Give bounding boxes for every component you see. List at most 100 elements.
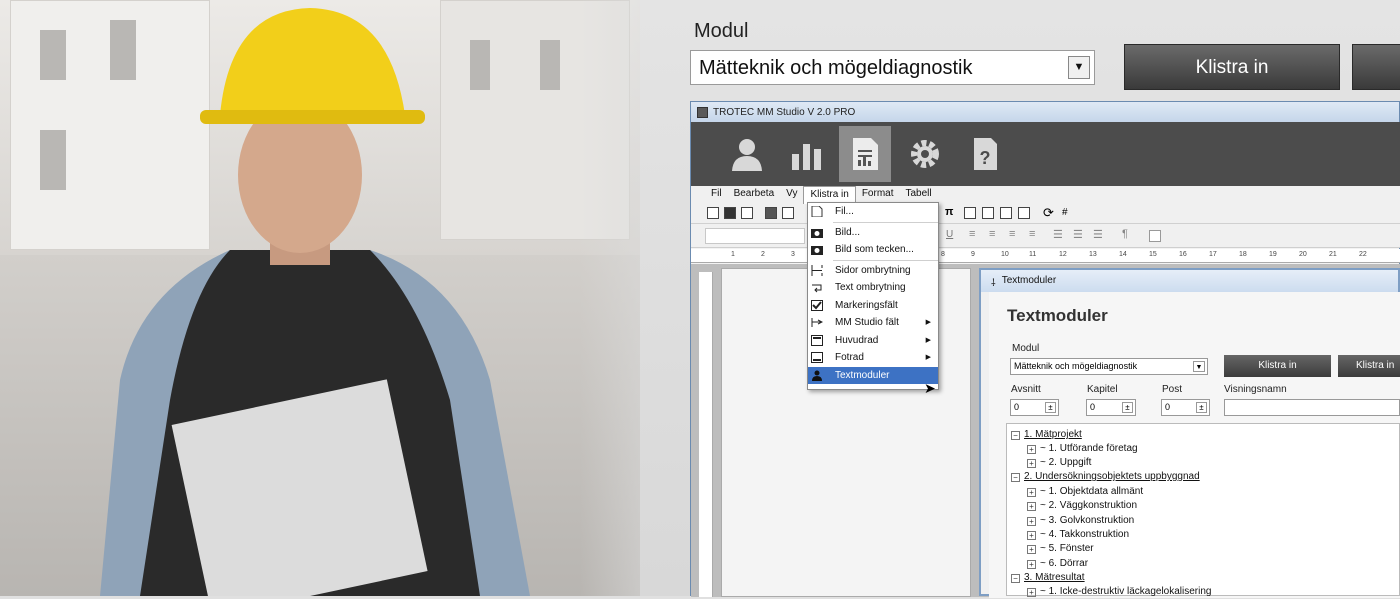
tree-node[interactable]: + ~ 1. Objektdata allmänt bbox=[1027, 485, 1143, 499]
print-icon[interactable] bbox=[765, 207, 777, 219]
ribbon-chart-button[interactable] bbox=[781, 126, 833, 182]
tree-node[interactable]: + ~ 6. Dörrar bbox=[1027, 557, 1088, 571]
visningsnamn-input[interactable] bbox=[1224, 399, 1400, 416]
modul-select[interactable]: Mätteknik och mögeldiagnostik ▼ bbox=[690, 50, 1095, 85]
header-icon bbox=[811, 334, 823, 346]
collapse-icon[interactable]: − bbox=[1011, 574, 1020, 583]
menu-item-mm-studio-falt[interactable]: MM Studio fält ▶ bbox=[808, 314, 938, 332]
collapse-icon[interactable]: − bbox=[1011, 431, 1020, 440]
menu-item-markeringsfalt[interactable]: Markeringsfält bbox=[808, 297, 938, 315]
kapitel-value: 0 bbox=[1090, 402, 1096, 412]
klistra-in-menu: Fil... Bild... Bild som tecken... Sidor … bbox=[807, 202, 939, 390]
numbered-list-icon[interactable]: ☰ bbox=[1053, 228, 1063, 241]
ribbon-help-button[interactable]: ? bbox=[959, 126, 1011, 182]
table-grid-icon[interactable] bbox=[1000, 207, 1012, 219]
menu-item-text-ombrytning[interactable]: Text ombrytning bbox=[808, 279, 938, 297]
ruler-number: 11 bbox=[1029, 251, 1037, 258]
text-module-tree[interactable]: −1. Mätprojekt + ~ 1. Utförande företag +… bbox=[1006, 423, 1400, 599]
menu-item-label: Bild... bbox=[835, 226, 861, 238]
submenu-arrow-icon: ▶ bbox=[925, 354, 931, 361]
table-edit-icon[interactable] bbox=[1018, 207, 1030, 219]
paragraph-icon[interactable]: ¶ bbox=[1122, 228, 1128, 240]
paste-button[interactable]: Klistra in bbox=[1124, 44, 1340, 90]
align-right-icon[interactable]: ≡ bbox=[1009, 228, 1015, 240]
menu-item-label: Textmoduler bbox=[835, 369, 890, 381]
align-center-icon[interactable]: ≡ bbox=[989, 228, 995, 240]
post-value: 0 bbox=[1165, 402, 1171, 412]
tree-node[interactable]: −2. Undersökningsobjektets uppbyggnad bbox=[1011, 470, 1200, 484]
menu-item-fotrad[interactable]: Fotrad ▶ bbox=[808, 349, 938, 367]
menu-item-sidor-ombrytning[interactable]: Sidor ombrytning bbox=[808, 262, 938, 280]
underline-icon[interactable]: U bbox=[946, 229, 953, 240]
open-icon[interactable] bbox=[724, 207, 736, 219]
menu-item-bild-som-tecken[interactable]: Bild som tecken... bbox=[808, 241, 938, 259]
page-break-icon bbox=[811, 264, 823, 276]
submenu-arrow-icon: ▶ bbox=[925, 336, 931, 344]
gear-icon bbox=[911, 140, 939, 168]
sub-modul-select[interactable]: Mätteknik och mögeldiagnostik ▼ bbox=[1010, 358, 1208, 375]
tree-node[interactable]: −1. Mätprojekt bbox=[1011, 428, 1082, 442]
frame-icon[interactable] bbox=[1149, 230, 1161, 242]
new-icon[interactable] bbox=[707, 207, 719, 219]
expand-icon[interactable]: + bbox=[1027, 459, 1036, 468]
tree-node[interactable]: + ~ 2. Uppgift bbox=[1027, 456, 1091, 470]
expand-icon[interactable]: + bbox=[1027, 445, 1036, 454]
menu-item-huvudrad[interactable]: Huvudrad ▶ bbox=[808, 332, 938, 350]
bullet-list-icon[interactable]: ☰ bbox=[1073, 228, 1083, 241]
spinner-arrows-icon[interactable]: ± bbox=[1196, 402, 1207, 413]
menu-vy[interactable]: Vy bbox=[780, 186, 803, 204]
align-left-icon[interactable]: ≡ bbox=[969, 228, 975, 240]
ribbon-settings-button[interactable] bbox=[899, 126, 951, 182]
secondary-button[interactable] bbox=[1352, 44, 1400, 90]
save-icon[interactable] bbox=[741, 207, 753, 219]
avsnitt-spinner[interactable]: 0 ± bbox=[1010, 399, 1059, 416]
tree-node[interactable]: + ~ 4. Takkonstruktion bbox=[1027, 528, 1129, 542]
tree-node[interactable]: + ~ 2. Väggkonstruktion bbox=[1027, 499, 1137, 513]
expand-icon[interactable]: + bbox=[1027, 545, 1036, 554]
font-field[interactable] bbox=[705, 228, 805, 244]
post-spinner[interactable]: 0 ± bbox=[1161, 399, 1210, 416]
spinner-arrows-icon[interactable]: ± bbox=[1122, 402, 1133, 413]
format-toolbar: U ≡ ≡ ≡ ≡ ☰ ☰ ☰ ¶ bbox=[691, 224, 1400, 248]
camera-icon bbox=[811, 246, 823, 255]
tree-node[interactable]: + ~ 3. Golvkonstruktion bbox=[1027, 514, 1134, 528]
tree-node[interactable]: −3. Mätresultat bbox=[1011, 571, 1085, 585]
expand-icon[interactable]: + bbox=[1027, 560, 1036, 569]
table-icon[interactable] bbox=[964, 207, 976, 219]
visningsnamn-label: Visningsnamn bbox=[1224, 384, 1287, 395]
indent-icon[interactable]: ☰ bbox=[1093, 228, 1103, 241]
tree-node[interactable]: + ~ 1. Icke-destruktiv läckagelokaliserin… bbox=[1027, 585, 1211, 599]
refresh-icon[interactable]: ⟳ bbox=[1043, 205, 1054, 221]
kapitel-spinner[interactable]: 0 ± bbox=[1086, 399, 1136, 416]
expand-icon[interactable]: + bbox=[1027, 531, 1036, 540]
menu-item-textmoduler[interactable]: Textmoduler bbox=[808, 366, 938, 384]
tree-node[interactable]: + ~ 5. Fönster bbox=[1027, 542, 1094, 556]
app-title: TROTEC MM Studio V 2.0 PRO bbox=[713, 106, 856, 118]
menu-item-bild[interactable]: Bild... bbox=[808, 224, 938, 242]
sub-paste-button-2[interactable]: Klistra in bbox=[1338, 355, 1400, 377]
ruler-number: 21 bbox=[1329, 251, 1337, 258]
table-chart-icon[interactable] bbox=[982, 207, 994, 219]
justify-icon[interactable]: ≡ bbox=[1029, 228, 1035, 240]
ribbon-user-button[interactable] bbox=[721, 126, 773, 182]
person-icon bbox=[812, 370, 822, 381]
hash-icon[interactable]: # bbox=[1062, 207, 1068, 218]
pi-icon[interactable]: π bbox=[945, 206, 953, 218]
expand-icon[interactable]: + bbox=[1027, 502, 1036, 511]
sub-paste-button[interactable]: Klistra in bbox=[1224, 355, 1331, 377]
tree-node[interactable]: + ~ 1. Utförande företag bbox=[1027, 442, 1138, 456]
camera-icon bbox=[811, 228, 823, 238]
expand-icon[interactable]: + bbox=[1027, 517, 1036, 526]
menu-bearbeta[interactable]: Bearbeta bbox=[728, 186, 781, 204]
expand-icon[interactable]: + bbox=[1027, 488, 1036, 497]
chevron-down-icon[interactable]: ▼ bbox=[1193, 361, 1205, 372]
collapse-icon[interactable]: − bbox=[1011, 473, 1020, 482]
menu-fil[interactable]: Fil bbox=[705, 186, 728, 204]
menu-item-fil[interactable]: Fil... bbox=[808, 203, 938, 221]
menu-separator bbox=[833, 259, 938, 261]
preview-icon[interactable] bbox=[782, 207, 794, 219]
menu-item-label: Sidor ombrytning bbox=[835, 264, 911, 276]
chevron-down-icon[interactable]: ▼ bbox=[1068, 56, 1090, 79]
ribbon-document-button[interactable] bbox=[839, 126, 891, 182]
spinner-arrows-icon[interactable]: ± bbox=[1045, 402, 1056, 413]
